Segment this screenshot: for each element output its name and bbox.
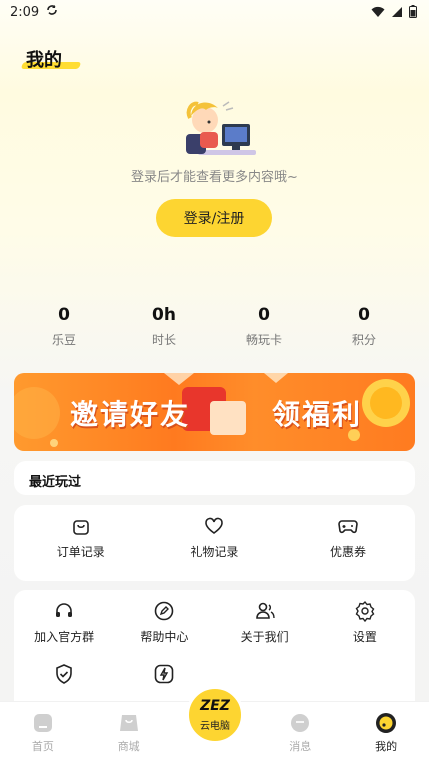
help-center-button[interactable]: 帮助中心 — [114, 600, 214, 645]
cell-label: 优惠券 — [329, 545, 366, 559]
nav-label: 我的 — [375, 740, 398, 753]
edit-icon — [153, 600, 175, 622]
shop-icon — [118, 712, 140, 734]
status-bar: 2:09 — [0, 0, 429, 24]
cloud-pc-label: 云电脑 — [200, 720, 230, 732]
headset-icon — [53, 600, 75, 622]
message-icon — [289, 712, 311, 734]
wifi-icon — [371, 6, 385, 22]
nav-messages[interactable]: 消息 — [257, 702, 343, 763]
profile-icon — [375, 712, 397, 734]
lightning-icon — [153, 663, 175, 685]
status-time: 2:09 — [10, 4, 40, 20]
users-icon — [254, 600, 276, 622]
nav-label: 首页 — [31, 740, 54, 753]
recent-played-card[interactable]: 最近玩过 — [14, 461, 415, 495]
stat-play-card[interactable]: 0 畅玩卡 — [214, 305, 314, 348]
heart-icon — [203, 515, 225, 537]
cell-label: 关于我们 — [240, 630, 289, 644]
banner-text-right: 领福利 — [272, 398, 363, 431]
bag-icon — [70, 515, 92, 537]
nav-label: 商城 — [117, 740, 140, 753]
stat-label: 畅玩卡 — [245, 333, 282, 347]
gift-records-button[interactable]: 礼物记录 — [148, 515, 282, 560]
page-title: 我的 — [26, 50, 62, 71]
order-records-button[interactable]: 订单记录 — [14, 515, 148, 560]
cell-label: 加入官方群 — [34, 630, 95, 644]
privacy-button[interactable] — [14, 663, 114, 685]
about-us-button[interactable]: 关于我们 — [215, 600, 315, 645]
cloud-pc-logo: ZEZ — [200, 697, 230, 714]
nav-shop[interactable]: 商城 — [86, 702, 172, 763]
sync-icon — [45, 3, 59, 21]
shield-icon — [53, 663, 75, 685]
stat-value: 0 — [358, 305, 370, 325]
recent-played-title: 最近玩过 — [29, 475, 82, 490]
stat-value: 0 — [258, 305, 270, 325]
stat-points[interactable]: 0 积分 — [314, 305, 414, 348]
cell-label: 设置 — [352, 630, 377, 644]
nav-home[interactable]: 首页 — [0, 702, 86, 763]
battery-icon — [409, 5, 417, 22]
gear-icon — [354, 600, 376, 623]
nav-profile[interactable]: 我的 — [343, 702, 429, 763]
avatar — [178, 96, 256, 160]
stat-value: 0 — [58, 305, 70, 325]
invite-banner[interactable]: 邀请好友 领福利 — [14, 373, 415, 451]
cloud-pc-button[interactable]: ZEZ 云电脑 — [186, 686, 244, 744]
home-icon — [32, 712, 54, 734]
cell-label: 订单记录 — [56, 545, 105, 559]
stat-label: 乐豆 — [51, 333, 76, 347]
nav-label: 消息 — [289, 740, 312, 753]
coupons-button[interactable]: 优惠券 — [281, 515, 415, 560]
settings-button[interactable]: 设置 — [315, 600, 415, 645]
login-register-button[interactable]: 登录/注册 — [156, 199, 272, 237]
signal-icon — [391, 6, 403, 22]
cell-label: 帮助中心 — [140, 630, 189, 644]
banner-text-left: 邀请好友 — [70, 398, 191, 431]
join-group-button[interactable]: 加入官方群 — [14, 600, 114, 645]
shortcuts-card: 订单记录 礼物记录 优惠券 — [14, 505, 415, 581]
stat-label: 积分 — [351, 333, 376, 347]
stat-value: 0h — [152, 305, 176, 325]
login-hint: 登录后才能查看更多内容哦~ — [131, 170, 298, 185]
gamepad-icon — [337, 515, 359, 537]
stat-ledou[interactable]: 0 乐豆 — [14, 305, 114, 348]
stat-label: 时长 — [151, 333, 176, 347]
stats-row: 0 乐豆 0h 时长 0 畅玩卡 0 积分 — [14, 305, 414, 348]
stat-duration[interactable]: 0h 时长 — [114, 305, 214, 348]
speed-button[interactable] — [114, 663, 214, 685]
cell-label: 礼物记录 — [190, 545, 239, 559]
